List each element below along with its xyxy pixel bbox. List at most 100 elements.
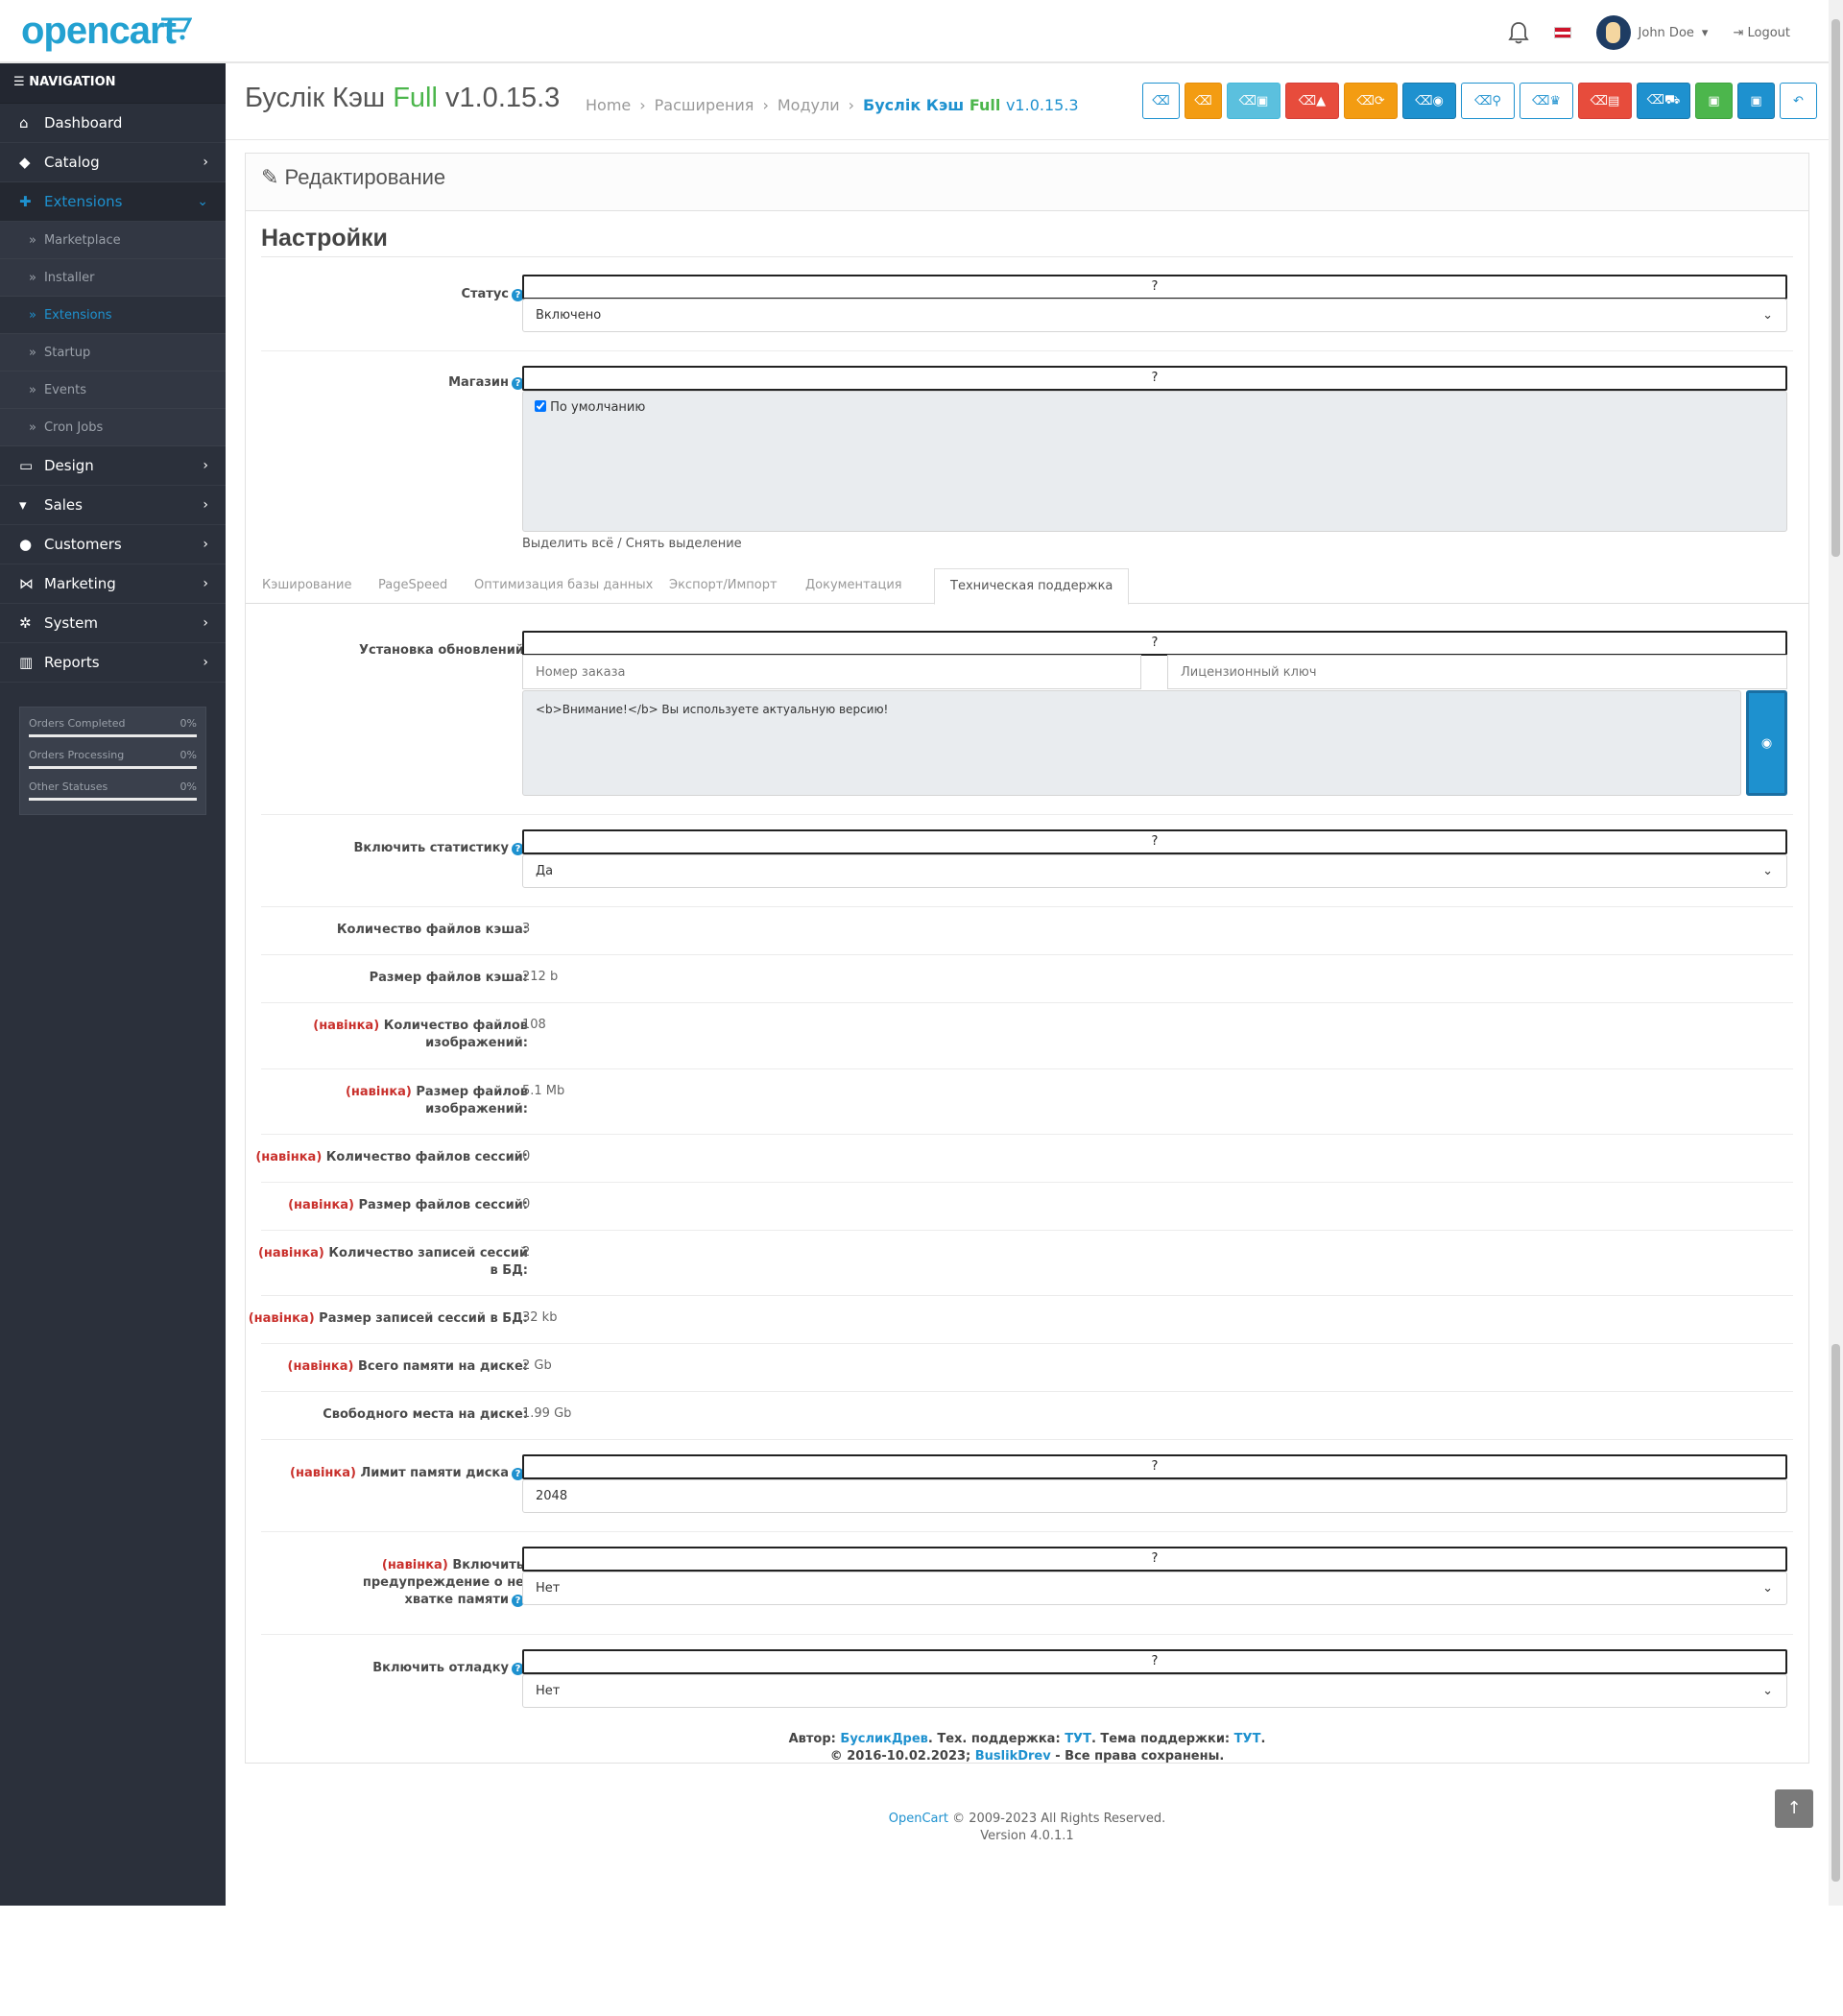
- logout-link[interactable]: ⇥ Logout: [1733, 26, 1790, 40]
- status-select[interactable]: Включено ⌄: [522, 299, 1787, 332]
- warning-select[interactable]: Нет ⌄: [522, 1572, 1787, 1605]
- updates-help-box[interactable]: ?: [522, 631, 1787, 656]
- clear-cache-button[interactable]: ⌫: [1142, 83, 1180, 119]
- opencart-logo[interactable]: opencart: [21, 10, 177, 53]
- sidebar-subitem-startup[interactable]: » Startup: [0, 334, 226, 372]
- update-message-textarea[interactable]: <b>Внимание!</b> Вы используете актуальн…: [522, 690, 1741, 796]
- bell-icon[interactable]: [1507, 21, 1529, 44]
- order-number-input[interactable]: [522, 655, 1141, 689]
- statistics-help-box[interactable]: ?: [522, 829, 1787, 854]
- credit-topic-link[interactable]: ТУТ: [1234, 1732, 1261, 1746]
- debug-select-value: Нет: [536, 1684, 561, 1698]
- chevron-right-icon: ›: [203, 615, 208, 631]
- title-version: v1.0.15.3: [445, 83, 561, 113]
- breadcrumb-modules[interactable]: Модули: [778, 96, 840, 114]
- sidebar-subitem-label: Startup: [43, 345, 91, 360]
- tab-caching[interactable]: Кэширование: [262, 578, 352, 592]
- back-button[interactable]: ↶: [1780, 83, 1817, 119]
- breadcrumb-home[interactable]: Home: [586, 96, 631, 114]
- disk-limit-input[interactable]: 2048: [522, 1479, 1787, 1513]
- debug-select[interactable]: Нет ⌄: [522, 1674, 1787, 1708]
- clear-lock-button[interactable]: ⌫▤: [1578, 83, 1632, 119]
- sidebar-item-catalog[interactable]: ◆ Catalog ›: [0, 143, 226, 182]
- sidebar-item-marketing[interactable]: ⋈ Marketing ›: [0, 564, 226, 604]
- statistics-select[interactable]: Да ⌄: [522, 854, 1787, 888]
- logout-label: Logout: [1747, 25, 1790, 40]
- clear-trophy-button[interactable]: ⌫♛: [1520, 83, 1573, 119]
- navigation-header[interactable]: ☰ NAVIGATION: [0, 63, 226, 104]
- sidebar-item-design[interactable]: ▭ Design ›: [0, 446, 226, 486]
- sidebar-item-dashboard[interactable]: ⌂ Dashboard: [0, 104, 226, 143]
- breadcrumb-current[interactable]: Буслік Кэш Full v1.0.15.3: [863, 96, 1079, 114]
- tab-pagespeed[interactable]: PageSpeed: [378, 578, 447, 592]
- user-menu[interactable]: John Doe ▾: [1595, 15, 1708, 50]
- warning-help-box[interactable]: ?: [522, 1547, 1787, 1572]
- double-chevron-icon: »: [29, 382, 36, 397]
- clear-warnings-button[interactable]: ⌫▲: [1285, 83, 1339, 119]
- scrollbar-thumb-top[interactable]: [1831, 19, 1840, 557]
- new-badge: (навінка): [287, 1359, 354, 1374]
- disk-limit-help-box[interactable]: ?: [522, 1454, 1787, 1479]
- view-update-button[interactable]: ◉: [1746, 690, 1787, 796]
- status-help-box[interactable]: ?: [522, 275, 1787, 300]
- tab-export-import[interactable]: Экспорт/Импорт: [669, 578, 778, 592]
- stat-orders-completed: Orders Completed 0%: [29, 713, 197, 745]
- tab-documentation[interactable]: Документация: [805, 578, 902, 592]
- eraser-eye-icon: ⌫◉: [1415, 93, 1444, 108]
- sidebar-item-extensions[interactable]: ✚ Extensions ⌄: [0, 182, 226, 222]
- info-label-text: Размер файлов сессий:: [358, 1198, 528, 1212]
- stat-other-statuses: Other Statuses 0%: [29, 777, 197, 808]
- puzzle-icon: ✚: [19, 193, 32, 210]
- credit-author-label: Автор:: [788, 1732, 836, 1746]
- credit-copyright-link[interactable]: BuslikDrev: [975, 1749, 1051, 1764]
- sidebar-subitem-events[interactable]: » Events: [0, 372, 226, 409]
- credit-copyright: © 2016-10.02.2023;: [829, 1749, 971, 1764]
- save-button[interactable]: ▣: [1737, 83, 1775, 119]
- info-label: (навінка) Количество записей сессий в БД…: [250, 1245, 528, 1280]
- info-label: Свободного места на диске:: [323, 1406, 528, 1424]
- tab-db-optimization[interactable]: Оптимизация базы данных: [474, 578, 653, 592]
- sidebar-item-customers[interactable]: ● Customers ›: [0, 525, 226, 564]
- scrollbar[interactable]: [1829, 0, 1843, 1906]
- clear-image-cache-button[interactable]: ⌫▣: [1227, 83, 1281, 119]
- clear-cart-button[interactable]: ⌫⛟: [1637, 83, 1690, 119]
- store-default-checkbox[interactable]: [535, 400, 546, 412]
- clear-cache-orange-button[interactable]: ⌫: [1185, 83, 1222, 119]
- double-chevron-icon: »: [29, 345, 36, 360]
- credit-support-label: . Тех. поддержка:: [927, 1732, 1061, 1746]
- sidebar-item-system[interactable]: ✲ System ›: [0, 604, 226, 643]
- breadcrumb-extensions[interactable]: Расширения: [655, 96, 754, 114]
- clear-search-button[interactable]: ⌫⚲: [1461, 83, 1515, 119]
- info-row: (навінка) Количество файлов сессий: 0: [255, 1135, 1793, 1183]
- language-flag-icon[interactable]: [1553, 27, 1571, 38]
- select-all-link[interactable]: Выделить всё / Снять выделение: [522, 537, 742, 551]
- sidebar-subitem-cron-jobs[interactable]: » Cron Jobs: [0, 409, 226, 446]
- footer-brand-link[interactable]: OpenCart: [889, 1812, 948, 1826]
- clear-view-button[interactable]: ⌫◉: [1402, 83, 1456, 119]
- sidebar-subitem-extensions[interactable]: » Extensions: [0, 297, 226, 334]
- updates-label: Установка обновлений: [359, 643, 524, 658]
- license-key-input[interactable]: [1167, 655, 1787, 689]
- credit-support-link[interactable]: ТУТ: [1065, 1732, 1091, 1746]
- footer-version: Version 4.0.1.1: [980, 1829, 1074, 1843]
- sidebar-item-label: Sales: [44, 496, 83, 514]
- sidebar-subitem-label: Extensions: [43, 307, 112, 323]
- credit-author-link[interactable]: БусликДрев: [840, 1732, 927, 1746]
- sidebar-subitem-marketplace[interactable]: » Marketplace: [0, 222, 226, 259]
- scroll-to-top-button[interactable]: ↑: [1775, 1789, 1813, 1828]
- sidebar-item-sales[interactable]: ▾ Sales ›: [0, 486, 226, 525]
- eraser-icon: ⌫: [1152, 93, 1170, 108]
- scrollbar-thumb[interactable]: [1831, 1344, 1840, 1882]
- debug-help-box[interactable]: ?: [522, 1649, 1787, 1674]
- clear-refresh-button[interactable]: ⌫⟳: [1344, 83, 1398, 119]
- status-select-value: Включено: [536, 308, 602, 323]
- sidebar-subitem-installer[interactable]: » Installer: [0, 259, 226, 297]
- info-value: 32 kb: [522, 1310, 558, 1325]
- sidebar-item-reports[interactable]: ▥ Reports ›: [0, 643, 226, 683]
- store-help-box[interactable]: ?: [522, 366, 1787, 391]
- info-value: 108: [522, 1018, 546, 1032]
- new-badge: (навінка): [257, 1246, 324, 1260]
- eraser-image-icon: ⌫▣: [1238, 93, 1269, 108]
- save-stay-button[interactable]: ▣: [1695, 83, 1733, 119]
- tab-support[interactable]: Техническая поддержка: [934, 568, 1130, 605]
